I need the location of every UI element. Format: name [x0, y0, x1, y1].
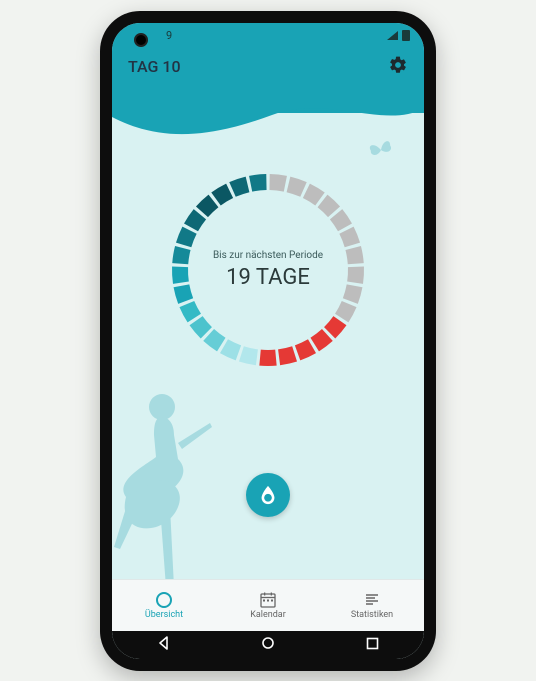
status-right: [387, 30, 410, 41]
app-header: TAG 10: [112, 49, 424, 113]
ring-center: Bis zur nächsten Periode 19 TAGE: [163, 165, 373, 375]
phone-frame: 9 TAG 10: [100, 11, 436, 671]
nav-calendar[interactable]: Kalendar: [216, 580, 320, 631]
gear-icon: [388, 55, 408, 75]
front-camera: [134, 33, 148, 47]
screen: 9 TAG 10: [112, 23, 424, 659]
android-home-button[interactable]: [261, 635, 275, 654]
overview-icon: [155, 591, 173, 609]
ring-main-text: 19 TAGE: [226, 265, 310, 290]
ring-subtitle: Bis zur nächsten Periode: [213, 250, 323, 261]
log-period-button[interactable]: [246, 473, 290, 517]
nav-stats-label: Statistiken: [351, 610, 393, 620]
status-left: 9: [166, 29, 172, 42]
android-recent-button[interactable]: [366, 635, 379, 654]
status-bar: 9: [112, 23, 424, 49]
nav-stats[interactable]: Statistiken: [320, 580, 424, 631]
stats-icon: [364, 591, 380, 609]
nav-calendar-label: Kalendar: [250, 610, 286, 620]
nav-overview[interactable]: Übersicht: [112, 580, 216, 631]
girl-silhouette: [112, 387, 236, 597]
calendar-icon: [260, 591, 276, 609]
day-title: TAG 10: [128, 57, 181, 76]
nav-overview-label: Übersicht: [145, 610, 183, 620]
bottom-nav: Übersicht Kalendar: [112, 579, 424, 631]
drop-icon: [257, 484, 279, 506]
signal-icon: [387, 31, 398, 40]
android-nav-bar: [112, 631, 424, 659]
cycle-ring[interactable]: Bis zur nächsten Periode 19 TAGE: [163, 165, 373, 375]
battery-icon: [402, 30, 410, 41]
android-back-button[interactable]: [157, 635, 171, 654]
settings-button[interactable]: [388, 55, 408, 79]
